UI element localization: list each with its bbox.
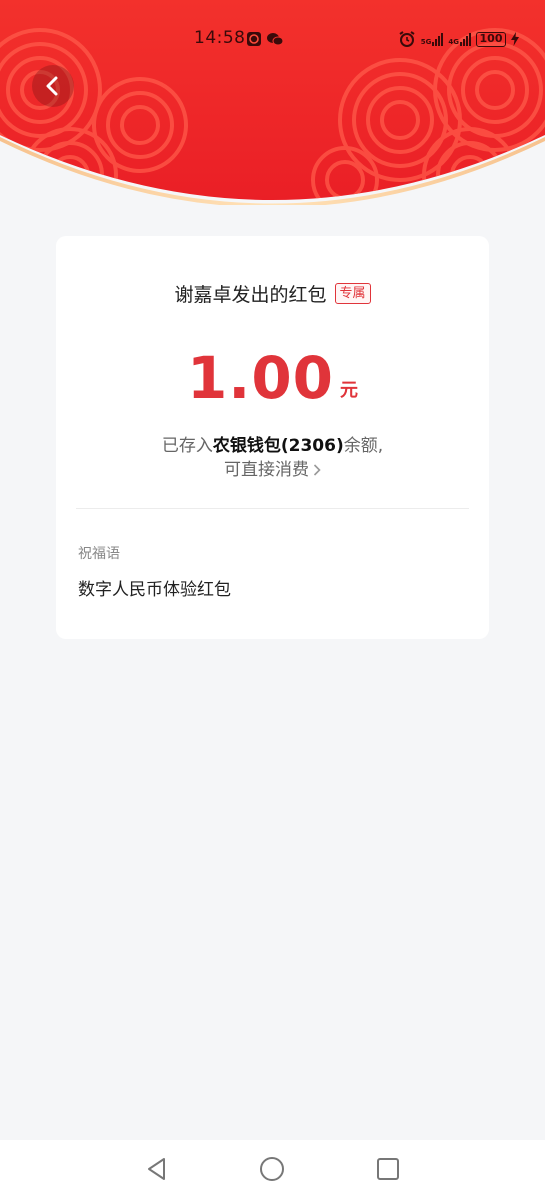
deposit-prefix: 已存入 [161, 436, 213, 456]
blessing-text: 数字人民币体验红包 [78, 580, 231, 600]
app-notification-icon [247, 32, 261, 46]
amount-row: 1.00 元 [56, 348, 489, 408]
signal-bars-1-icon [432, 32, 444, 46]
exclusive-badge: 专属 [334, 283, 371, 304]
signal-1: 5G [421, 32, 444, 46]
sender-title: 谢嘉卓发出的红包 [174, 284, 327, 306]
spend-link[interactable]: 可直接消费 [56, 455, 489, 480]
nav-recents-button[interactable] [375, 1156, 401, 1186]
red-packet-detail-screen: 14:58 5G 4G 100 谢嘉卓发出的红包 专属 1.00 元 已存入农银… [0, 0, 545, 1200]
charging-icon [511, 32, 519, 46]
system-nav-bar [0, 1140, 545, 1200]
divider [76, 508, 469, 509]
square-recents-icon [377, 1158, 399, 1180]
wechat-icon [267, 33, 284, 46]
deposit-info: 已存入农银钱包(2306)余额, [56, 431, 489, 456]
chevron-left-icon [46, 76, 58, 96]
triangle-back-icon [148, 1158, 165, 1180]
network-type-1: 5G [420, 38, 432, 46]
spend-link-label: 可直接消费 [224, 460, 309, 480]
sender-row: 谢嘉卓发出的红包 专属 [56, 280, 489, 307]
blessing-label: 祝福语 [78, 546, 120, 562]
alarm-icon [399, 31, 415, 47]
circle-home-icon [260, 1157, 284, 1181]
deposit-suffix: 余额, [343, 436, 384, 456]
battery-indicator: 100 [476, 31, 506, 47]
back-button[interactable] [32, 65, 74, 107]
nav-back-button[interactable] [144, 1156, 170, 1186]
wallet-name: 农银钱包(2306) [212, 436, 344, 456]
status-right-icons: 5G 4G 100 [398, 30, 519, 48]
signal-bars-2-icon [460, 32, 471, 46]
amount-unit: 元 [340, 380, 359, 401]
red-packet-card: 谢嘉卓发出的红包 专属 1.00 元 已存入农银钱包(2306)余额, 可直接消… [56, 236, 489, 639]
status-time: 14:58 [194, 28, 246, 48]
amount-value: 1.00 [186, 344, 335, 412]
status-left-icons [246, 31, 284, 47]
network-type-2: 4G [448, 38, 459, 46]
nav-home-button[interactable] [259, 1156, 285, 1186]
status-bar: 14:58 5G 4G 100 [0, 26, 545, 54]
chevron-right-icon [313, 464, 321, 476]
signal-2: 4G [448, 32, 471, 46]
